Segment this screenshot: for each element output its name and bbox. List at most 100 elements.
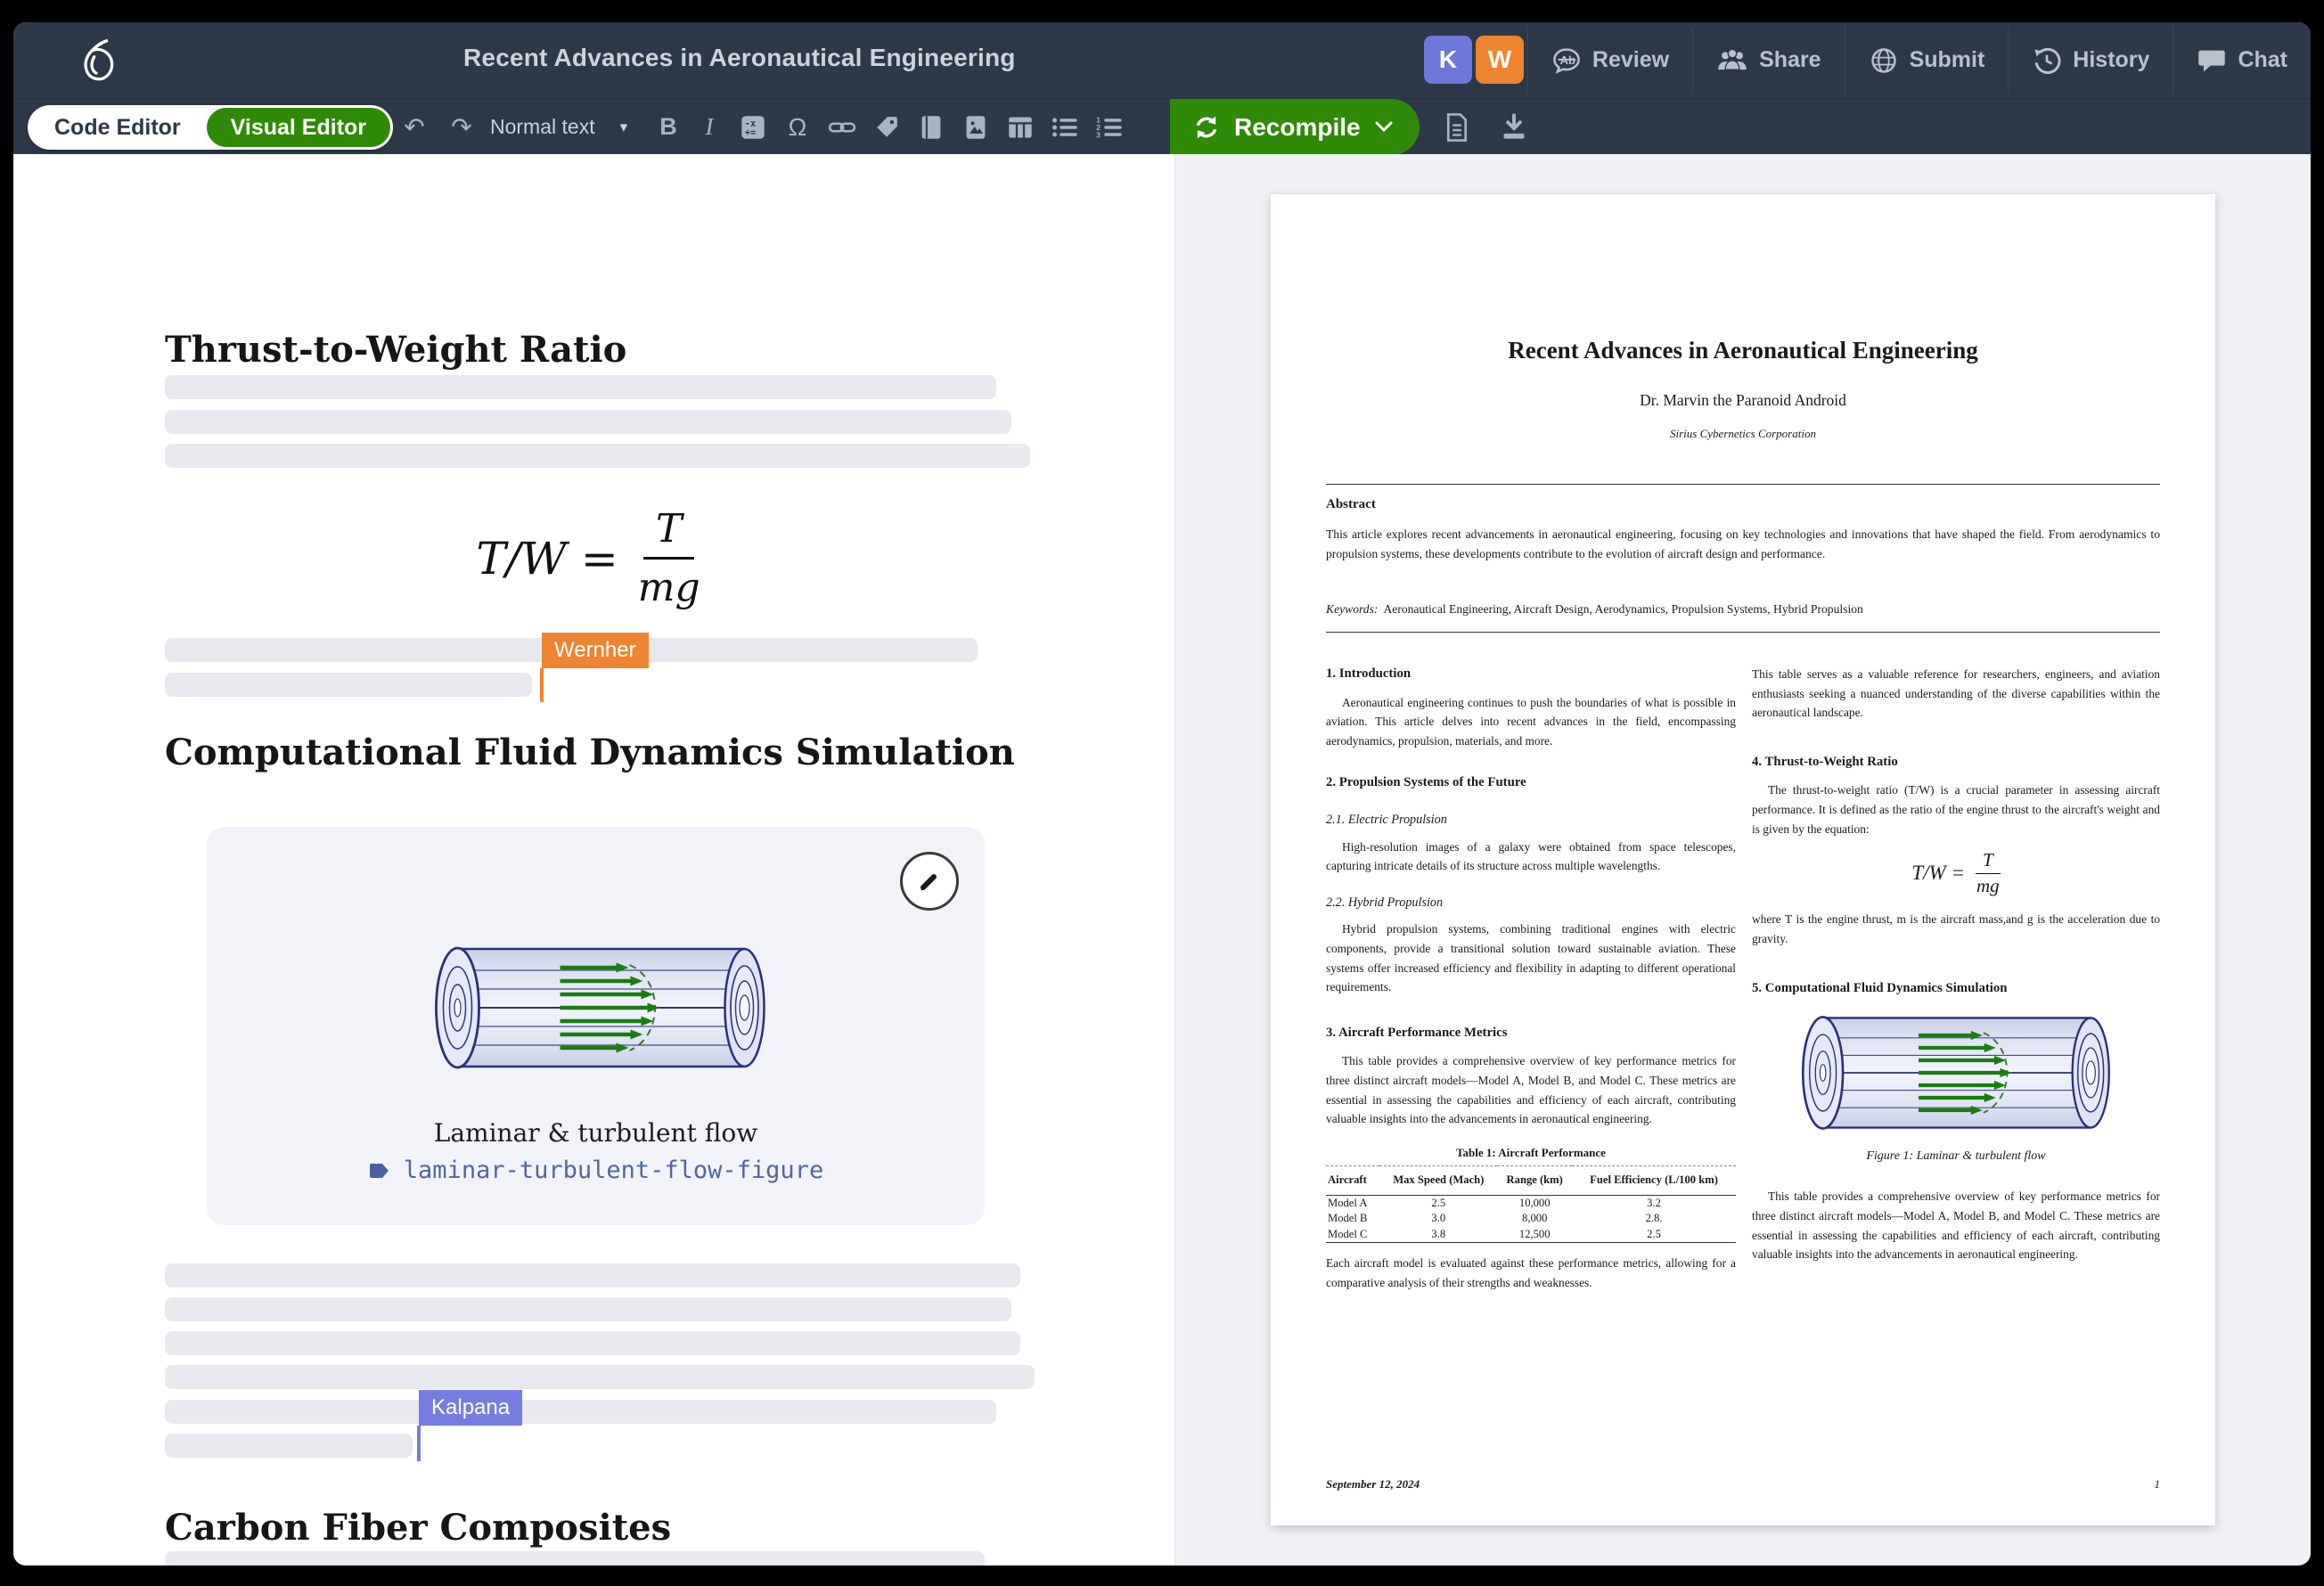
section-4-text: The thrust-to-weight ratio (T/W) is a cr… [1752, 783, 2160, 836]
review-button[interactable]: Ab Review [1528, 22, 1692, 98]
section-1-text: Aeronautical engineering continues to pu… [1326, 695, 1736, 748]
insert-figure-button[interactable] [954, 99, 997, 155]
insert-link-button[interactable] [821, 99, 863, 155]
abstract-text: This article explores recent advancement… [1326, 527, 2160, 560]
pdf-figure [1752, 1010, 2160, 1141]
section-2-2-text: Hybrid propulsion systems, combining tra… [1326, 922, 1736, 994]
download-icon [1503, 112, 1525, 139]
insert-table-button[interactable] [999, 99, 1042, 155]
pdf-equation-numerator: T [1975, 851, 2001, 874]
numbered-list-icon: 1 2 3 [1096, 115, 1122, 139]
table-header-row: Aircraft Max Speed (Mach) Range (km) Fue… [1326, 1165, 1736, 1196]
bold-button[interactable]: B [648, 99, 689, 155]
section-1-heading: 1. Introduction [1326, 666, 1412, 681]
pdf-equation-denominator: mg [1976, 874, 2000, 896]
keywords-line: Keywords: Aeronautical Engineering, Airc… [1326, 602, 1863, 617]
recompile-label: Recompile [1234, 112, 1361, 141]
pencil-icon [921, 874, 937, 891]
right-column-intro: This table serves as a valuable referenc… [1752, 667, 2160, 720]
omega-icon: Ω [788, 112, 807, 141]
equation-numerator: T [643, 506, 695, 560]
redo-button[interactable]: ↷ [439, 99, 484, 155]
insert-label-button[interactable] [865, 99, 908, 155]
book-icon [921, 115, 941, 139]
top-bar: Recent Advances in Aeronautical Engineer… [13, 22, 2311, 98]
project-title[interactable]: Recent Advances in Aeronautical Engineer… [463, 44, 1016, 72]
recompile-menu-chevron-icon[interactable] [1375, 121, 1393, 133]
col-max-speed: Max Speed (Mach) [1379, 1165, 1498, 1196]
chevron-down-icon: ▾ [619, 118, 628, 135]
pdf-equation: T/W = T mg [1911, 849, 2001, 896]
edit-figure-button[interactable] [900, 852, 959, 911]
laminar-flow-diagram [1801, 1016, 2110, 1130]
col-fuel-efficiency: Fuel Efficiency (L/100 km) [1572, 1165, 1736, 1196]
visual-editor-pane[interactable]: Thrust-to-Weight Ratio T/W = T mg Wernhe… [13, 154, 1174, 1566]
table-icon [1009, 116, 1032, 138]
equation-denominator: mg [637, 565, 700, 610]
collaborator-avatar-k[interactable]: K [1424, 36, 1472, 84]
share-button[interactable]: Share [1693, 22, 1844, 98]
globe-icon [1870, 47, 1896, 73]
section-2-1-heading: 2.1. Electric Propulsion [1326, 812, 1447, 827]
remote-caret-wernher [540, 668, 544, 702]
refresh-icon [1196, 116, 1217, 138]
editor-mode-toggle: Code Editor Visual Editor [28, 105, 394, 150]
recompile-button[interactable]: Recompile [1170, 99, 1420, 155]
figure-widget[interactable]: Laminar & turbulent flow laminar-turbule… [207, 827, 985, 1225]
overleaf-window: Recent Advances in Aeronautical Engineer… [13, 22, 2311, 1566]
paragraph-style-value: Normal text [490, 115, 595, 138]
undo-button[interactable]: ↶ [392, 99, 437, 155]
section-4-heading: 4. Thrust-to-Weight Ratio [1752, 754, 1898, 769]
chat-button[interactable]: Chat [2173, 22, 2311, 98]
people-icon [1718, 48, 1747, 70]
pdf-affiliation: Sirius Cybernetics Corporation [1670, 427, 1816, 440]
italic-button[interactable]: I [689, 99, 730, 155]
submit-button[interactable]: Submit [1845, 22, 2009, 98]
chat-bubble-icon [2198, 50, 2226, 71]
math-button[interactable]: -x += [732, 99, 774, 155]
aircraft-performance-table: Aircraft Max Speed (Mach) Range (km) Fue… [1326, 1165, 1736, 1244]
section-3-after-table: Each aircraft model is evaluated against… [1326, 1256, 1736, 1289]
code-editor-toggle[interactable]: Code Editor [28, 115, 204, 141]
section-5-text: This table provides a comprehensive over… [1752, 1190, 2160, 1262]
paragraph-style-dropdown[interactable]: Normal text ▾ [490, 99, 627, 155]
avatar-initial: W [1487, 45, 1512, 73]
editor-heading-thrust: Thrust-to-Weight Ratio [165, 329, 627, 371]
pdf-figure-caption: Figure 1: Laminar & turbulent flow [1866, 1149, 2046, 1163]
pdf-footer-date: September 12, 2024 [1326, 1477, 1420, 1491]
equation-display[interactable]: T/W = T mg [165, 506, 1011, 610]
section-3-heading: 3. Aircraft Performance Metrics [1326, 1025, 1508, 1040]
visual-editor-toggle[interactable]: Visual Editor [203, 105, 394, 150]
document-icon [1446, 112, 1468, 142]
pdf-author: Dr. Marvin the Paranoid Android [1640, 391, 1846, 409]
symbol-button[interactable]: Ω [776, 99, 819, 155]
remote-cursor-wernher: Wernher [542, 633, 649, 668]
pdf-footer-page-number: 1 [2154, 1477, 2161, 1491]
overleaf-logo-icon[interactable] [74, 37, 120, 84]
chat-label: Chat [2238, 47, 2287, 72]
figure-caption: Laminar & turbulent flow [433, 1118, 758, 1148]
figure-label-text: laminar-turbulent-flow-figure [403, 1157, 824, 1184]
keywords-label: Keywords: [1326, 602, 1379, 616]
rule [1326, 632, 2160, 633]
numbered-list-button[interactable]: 1 2 3 [1088, 99, 1131, 155]
svg-text:+=: += [745, 127, 757, 138]
avatar-initial: K [1438, 45, 1458, 73]
insert-citation-button[interactable] [910, 99, 953, 155]
history-button[interactable]: History [2009, 22, 2173, 98]
col-aircraft: Aircraft [1326, 1165, 1380, 1196]
table-row: Model C 3.8 12,500 2.5 [1328, 1227, 1661, 1240]
math-icon: -x += [741, 115, 765, 139]
skeleton-bar [165, 375, 996, 399]
table-caption: Table 1: Aircraft Performance [1456, 1145, 1606, 1159]
table-row: Model B 3.0 8,000 2.8. [1328, 1212, 1663, 1225]
figure-label-chip[interactable]: laminar-turbulent-flow-figure [207, 1157, 985, 1184]
bullet-list-button[interactable] [1043, 99, 1086, 155]
pdf-preview-pane[interactable]: Recent Advances in Aeronautical Engineer… [1174, 154, 2311, 1566]
download-pdf-button[interactable] [1493, 99, 1535, 155]
skeleton-bar [165, 410, 1011, 434]
collaborator-avatar-w[interactable]: W [1476, 36, 1524, 84]
remote-cursor-kalpana: Kalpana [419, 1390, 523, 1426]
review-label: Review [1592, 47, 1670, 72]
logs-button[interactable] [1436, 99, 1478, 155]
